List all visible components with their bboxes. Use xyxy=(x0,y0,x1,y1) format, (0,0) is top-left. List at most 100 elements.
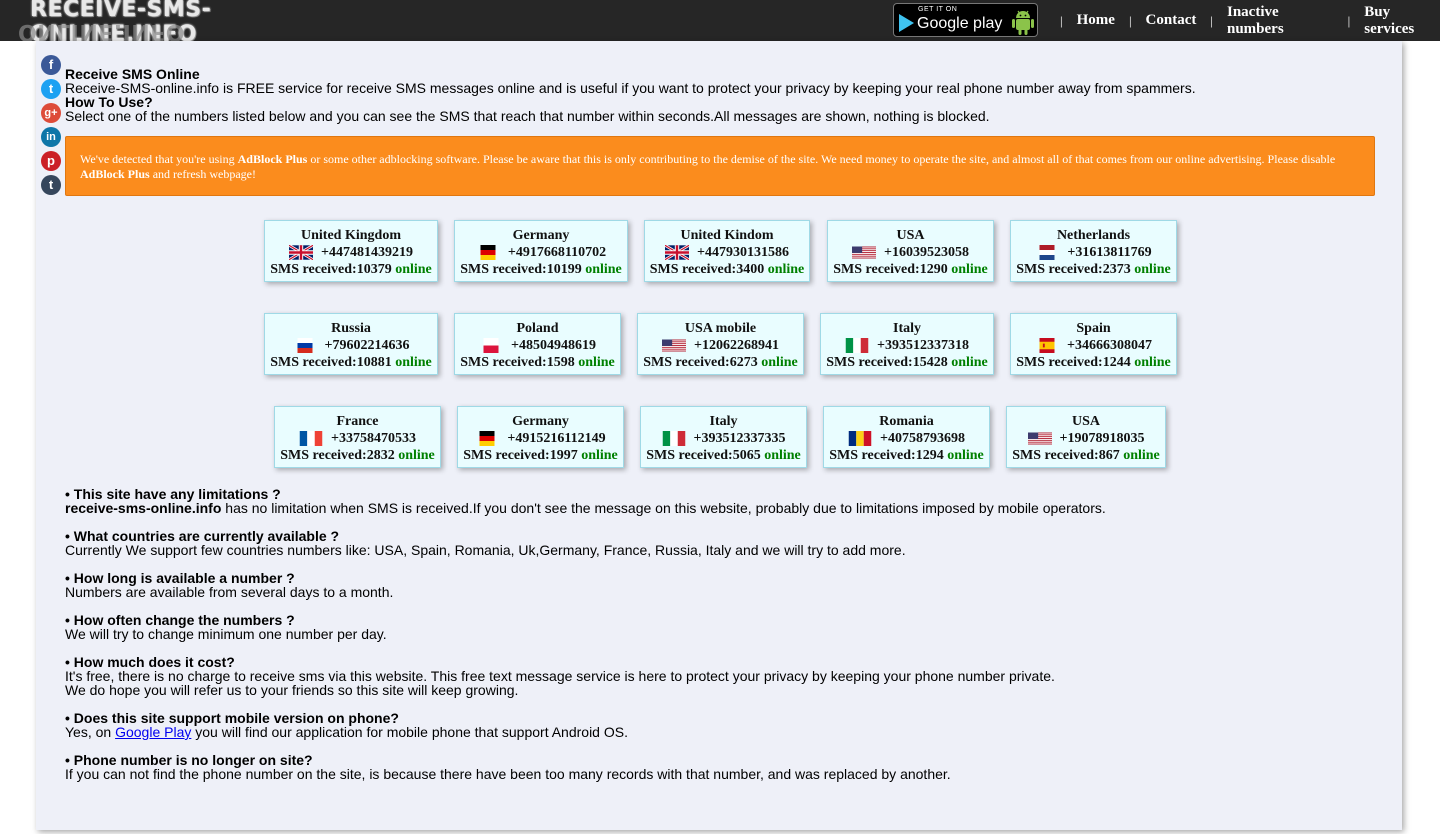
phone-number[interactable]: +33758470533 xyxy=(331,430,416,447)
intro-section: Receive SMS Online Receive-SMS-online.in… xyxy=(65,67,1196,123)
sms-count: 3400 xyxy=(736,262,765,277)
number-card[interactable]: Poland +48504948619 SMS received:1598 onli… xyxy=(454,313,621,375)
country-name: Italy xyxy=(893,321,921,336)
flag-icon xyxy=(852,245,876,260)
sms-received-label: SMS received: xyxy=(1016,262,1103,277)
faq-question: • Does this site support mobile version … xyxy=(65,710,399,726)
number-card[interactable]: Germany +4917668110702 SMS received:10199 … xyxy=(454,220,628,282)
flag-icon xyxy=(299,431,323,446)
number-card[interactable]: Germany +4915216112149 SMS received:1997 o… xyxy=(457,406,624,468)
twitter-icon[interactable]: t xyxy=(41,79,61,99)
linkedin-icon[interactable]: in xyxy=(41,127,61,147)
faq-question: • How often change the numbers ? xyxy=(65,612,295,628)
country-name: Italy xyxy=(709,414,738,429)
phone-number[interactable]: +16039523058 xyxy=(884,244,969,261)
faq-answer: We will try to change minimum one number… xyxy=(65,626,387,642)
howto-title: How To Use? xyxy=(65,94,153,110)
number-card[interactable]: Romania +40758793698 SMS received:1294 onl… xyxy=(823,406,990,468)
flag-icon xyxy=(662,338,686,353)
phone-number[interactable]: +31613811769 xyxy=(1067,244,1151,261)
online-status: online xyxy=(585,262,622,277)
nav-contact[interactable]: Contact xyxy=(1146,12,1197,29)
phone-number[interactable]: +4917668110702 xyxy=(508,244,606,261)
sms-received-label: SMS received: xyxy=(826,355,913,370)
phone-number[interactable]: +447481439219 xyxy=(321,244,413,261)
number-card[interactable]: United Kindom +447930131586 SMS received:3… xyxy=(644,220,810,282)
faq-limitations: • This site have any limitations ? recei… xyxy=(65,487,1106,515)
sms-count: 1244 xyxy=(1102,355,1131,370)
sms-count: 867 xyxy=(1098,448,1120,463)
online-status: online xyxy=(398,448,435,463)
faq-answer: Numbers are available from several days … xyxy=(65,584,394,600)
number-card[interactable]: Spain +34666308047 SMS received:1244 onlin… xyxy=(1010,313,1177,375)
number-card[interactable]: Italy +393512337318 SMS received:15428 onl… xyxy=(820,313,994,375)
number-card[interactable]: France +33758470533 SMS received:2832 onli… xyxy=(274,406,441,468)
faq-change: • How often change the numbers ? We will… xyxy=(65,613,387,641)
google-play-link[interactable]: Google Play xyxy=(115,724,191,740)
country-name: Netherlands xyxy=(1056,228,1131,243)
phone-number[interactable]: +40758793698 xyxy=(880,430,965,447)
phone-number[interactable]: +12062268941 xyxy=(694,337,779,354)
number-card[interactable]: USA +19078918035 SMS received:867 online xyxy=(1006,406,1166,468)
sms-received-label: SMS received: xyxy=(463,448,550,463)
sms-received-label: SMS received: xyxy=(460,355,547,370)
sms-received-label: SMS received: xyxy=(643,355,730,370)
faq-answer: It's free, there is no charge to receive… xyxy=(65,668,1055,684)
phone-number[interactable]: +48504948619 xyxy=(511,337,596,354)
faq-answer: We do hope you will refer us to your fri… xyxy=(65,682,519,698)
google-play-badge[interactable]: GET IT ON Google play xyxy=(893,3,1038,37)
main-nav: | Home | Contact | Inactive numbers | Bu… xyxy=(1060,0,1440,41)
online-status: online xyxy=(764,448,801,463)
number-card[interactable]: USA mobile +12062268941 SMS received:6273 … xyxy=(637,313,804,375)
sms-count: 1997 xyxy=(549,448,578,463)
phone-number[interactable]: +393512337318 xyxy=(877,337,969,354)
phone-number[interactable]: +4915216112149 xyxy=(507,430,605,447)
sms-count: 5065 xyxy=(732,448,761,463)
country-name: Russia xyxy=(331,321,371,336)
sms-received-label: SMS received: xyxy=(280,448,367,463)
number-card[interactable]: United Kingdom +447481439219 SMS received:… xyxy=(264,220,438,282)
faq-answer: If you can not find the phone number on … xyxy=(65,766,951,782)
country-name: France xyxy=(336,414,379,429)
phone-number[interactable]: +393512337335 xyxy=(694,430,786,447)
online-status: online xyxy=(395,262,432,277)
country-name: USA xyxy=(1071,414,1100,429)
phone-number[interactable]: +34666308047 xyxy=(1067,337,1152,354)
nav-home[interactable]: Home xyxy=(1077,12,1115,29)
phone-number[interactable]: +19078918035 xyxy=(1060,430,1145,447)
number-card[interactable]: Russia +79602214636 SMS received:10881 onl… xyxy=(264,313,438,375)
sms-count: 1598 xyxy=(546,355,575,370)
flag-icon xyxy=(476,245,500,260)
android-icon xyxy=(1012,10,1034,35)
play-store-icon xyxy=(899,14,914,32)
country-name: Germany xyxy=(512,228,570,243)
country-name: United Kingdom xyxy=(301,228,401,243)
sms-count: 10199 xyxy=(546,262,582,277)
facebook-icon[interactable]: f xyxy=(41,55,61,75)
intro-description: Receive-SMS-online.info is FREE service … xyxy=(65,80,1196,96)
sms-received-label: SMS received: xyxy=(1012,448,1099,463)
sms-received-label: SMS received: xyxy=(833,262,920,277)
site-logo[interactable]: RECEIVE-SMS-ONLINE.INFO RECEIVE-SMS-ONLI… xyxy=(18,0,338,41)
adblock-notice: We've detected that you're using AdBlock… xyxy=(65,136,1375,196)
faq-no-longer: • Phone number is no longer on site? If … xyxy=(65,753,951,781)
faq-countries: • What countries are currently available… xyxy=(65,529,906,557)
tumblr-icon[interactable]: t xyxy=(41,175,61,195)
sms-received-label: SMS received: xyxy=(460,262,547,277)
phone-number[interactable]: +79602214636 xyxy=(325,337,410,354)
online-status: online xyxy=(767,262,805,277)
pinterest-icon[interactable]: p xyxy=(41,151,61,171)
faq-cost: • How much does it cost? It's free, ther… xyxy=(65,655,1055,697)
number-card[interactable]: USA +16039523058 SMS received:1290 online xyxy=(827,220,994,282)
nav-buy-services[interactable]: Buy services xyxy=(1364,4,1440,38)
number-card[interactable]: Italy +393512337335 SMS received:5065 onli… xyxy=(640,406,807,468)
country-name: USA xyxy=(896,228,925,243)
google-plus-icon[interactable]: g+ xyxy=(41,103,61,123)
faq-question: • How much does it cost? xyxy=(65,654,235,670)
nav-inactive-numbers[interactable]: Inactive numbers xyxy=(1227,4,1334,38)
phone-number[interactable]: +447930131586 xyxy=(697,244,789,261)
number-card[interactable]: Netherlands +31613811769 SMS received:2373… xyxy=(1010,220,1177,282)
flag-icon xyxy=(1035,338,1059,353)
flag-icon xyxy=(848,431,872,446)
sms-received-label: SMS received: xyxy=(646,448,733,463)
